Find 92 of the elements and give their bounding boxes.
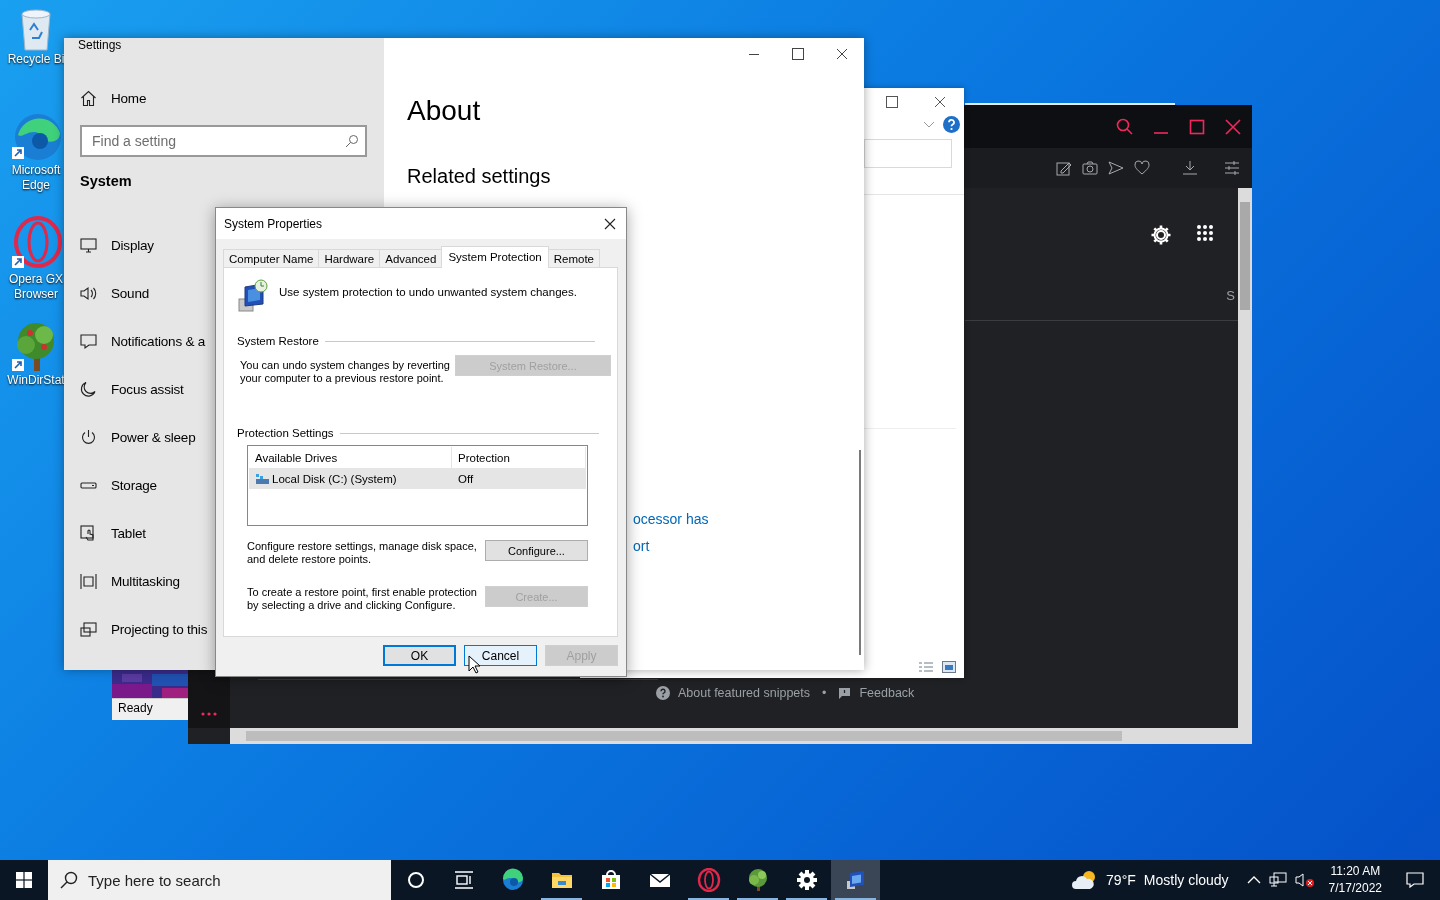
temperature-text[interactable]: 79°F [1106, 872, 1136, 888]
description-text: To create a restore point, first enable protection by selecting a drive and clicking Configure. [247, 586, 478, 612]
nav-item[interactable]: Power & sleep [80, 413, 196, 461]
clock-date[interactable]: 7/17/2022 [1328, 880, 1382, 897]
moon-icon [80, 380, 97, 398]
computer-restore-icon [237, 279, 269, 313]
preview-view-icon[interactable] [942, 661, 956, 673]
display-icon [80, 236, 97, 254]
close-icon[interactable] [836, 48, 848, 60]
sliders-icon[interactable] [1224, 160, 1240, 176]
nav-item[interactable]: Sound [80, 269, 150, 317]
nav-item[interactable]: Focus assist [80, 365, 184, 413]
gear-icon [794, 868, 819, 892]
power-icon [80, 428, 97, 446]
group-heading: Protection Settings [237, 427, 334, 439]
nav-item[interactable]: Storage [80, 461, 157, 509]
dialog-button[interactable]: OK [383, 645, 456, 666]
tab[interactable]: System Protection [441, 246, 549, 268]
maximize-icon[interactable] [792, 48, 804, 60]
help-icon[interactable] [656, 686, 670, 700]
group-heading: System Restore [237, 335, 319, 347]
search-icon[interactable] [1116, 117, 1134, 136]
edge-icon [500, 868, 525, 892]
dialog-button[interactable]: Cancel [464, 645, 537, 666]
feedback-icon[interactable] [838, 686, 852, 700]
nav-item[interactable]: Projecting to this [80, 605, 208, 653]
scrollbar[interactable] [859, 450, 861, 655]
projector-icon [80, 620, 97, 638]
close-icon[interactable] [604, 217, 616, 230]
search-field[interactable]: Type here to search [48, 860, 391, 900]
search-icon[interactable] [345, 134, 359, 148]
apps-grid-icon[interactable] [1196, 224, 1214, 242]
close-icon[interactable] [934, 96, 946, 108]
clock-time[interactable]: 11:20 AM [1330, 863, 1381, 880]
description-text: Configure restore settings, manage disk space, and delete restore points. [247, 540, 478, 566]
tab[interactable]: Remote [547, 249, 600, 267]
search-icon [60, 871, 78, 889]
cursor-icon [468, 655, 480, 674]
camera-icon[interactable] [1082, 160, 1098, 176]
maximize-icon[interactable] [1188, 117, 1206, 136]
windows-icon [16, 872, 32, 888]
table-cell-text: Off [457, 472, 475, 485]
edge-icon[interactable] [10, 111, 62, 163]
nav-item[interactable]: Notifications & a [80, 317, 206, 365]
table-cell: Local Disk (C:) (System) [249, 472, 452, 485]
tab[interactable]: Computer Name [223, 249, 320, 267]
settings-icon[interactable] [1150, 224, 1172, 246]
drive-icon [255, 472, 269, 485]
window-title: System Properties [224, 216, 323, 231]
window-title: Settings [78, 38, 123, 54]
edit-icon[interactable] [1056, 160, 1072, 176]
send-icon[interactable] [1108, 160, 1124, 176]
home-icon [80, 89, 97, 107]
multitasking-icon [80, 572, 97, 590]
notification-icon[interactable] [1406, 872, 1424, 888]
chevron-up-icon[interactable] [1246, 875, 1261, 885]
nav-item[interactable]: Display [80, 221, 154, 269]
scrollbar[interactable] [230, 728, 1252, 744]
weather-text[interactable]: Mostly cloudy [1143, 872, 1229, 888]
volume-muted-icon[interactable] [1294, 872, 1315, 888]
more-icon[interactable] [201, 712, 217, 716]
speech-bubble-icon [80, 332, 97, 350]
opera-icon [696, 868, 721, 892]
search-field[interactable]: Find a setting [80, 125, 367, 157]
partial-text: S [1226, 288, 1235, 303]
scrollbar[interactable] [1238, 188, 1252, 728]
separator-dot: • [822, 686, 827, 700]
network-icon[interactable] [1268, 872, 1287, 888]
status-text: Ready [112, 698, 188, 717]
section-heading: System [80, 173, 133, 191]
home-nav-item[interactable]: Home [80, 74, 147, 122]
page-title: About [407, 95, 482, 127]
nav-item[interactable]: Tablet [80, 509, 146, 557]
link[interactable]: ort [633, 533, 650, 560]
section-heading: Related settings [407, 165, 552, 188]
dialog-button[interactable]: Configure... [485, 540, 588, 561]
link[interactable]: ocessor has [633, 506, 709, 533]
description-text: Use system protection to undo unwanted system changes. [279, 286, 577, 300]
heart-icon[interactable] [1134, 160, 1150, 176]
chevron-down-icon[interactable] [923, 120, 935, 129]
help-icon[interactable] [943, 116, 960, 133]
download-icon[interactable] [1182, 160, 1198, 176]
feedback-link[interactable]: Feedback [859, 686, 915, 700]
table-row[interactable]: Local Disk (C:) (System) Off [249, 468, 586, 489]
nav-item[interactable]: Multitasking [80, 557, 180, 605]
snippets-link[interactable]: About featured snippets [678, 686, 811, 700]
tablet-icon [80, 524, 97, 542]
speaker-icon [80, 284, 97, 302]
task-view-icon[interactable] [454, 871, 474, 889]
cortana-icon[interactable] [407, 871, 425, 889]
maximize-icon[interactable] [886, 96, 898, 108]
description-text: You can undo system changes by reverting your computer to a previous restore point. [240, 359, 450, 385]
